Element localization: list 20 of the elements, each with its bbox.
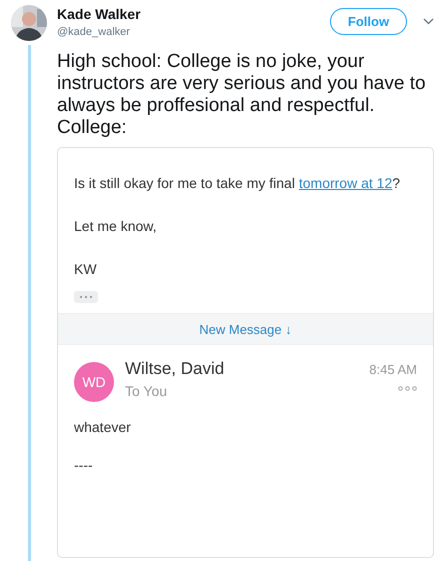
tweet-text: High school: College is no joke, your instructors are very serious and you have to always be proffesional and respectful. — [57, 51, 427, 117]
chevron-down-icon[interactable] — [423, 18, 434, 25]
email-text: Let me know, — [74, 217, 158, 236]
follow-button[interactable]: Follow — [330, 8, 407, 35]
new-message-bar[interactable]: New Message ↓ — [58, 313, 433, 345]
reply-text: whatever — [74, 418, 132, 437]
email-text: Is it still okay for me to take my final tomorrow at 12? — [74, 174, 402, 193]
author-name[interactable]: Kade Walker — [57, 6, 330, 23]
email-signature: KW — [74, 260, 98, 279]
date-link[interactable]: tomorrow at 12 — [298, 175, 392, 191]
author-handle: @kade_walker — [57, 26, 131, 38]
tweet-text: College: — [57, 117, 128, 139]
more-icon[interactable] — [74, 291, 98, 303]
more-icon[interactable] — [398, 386, 417, 391]
new-message-link[interactable]: New Message ↓ — [199, 322, 292, 336]
sender-avatar: WD — [74, 362, 114, 402]
message-time: 8:45 AM — [369, 362, 417, 377]
recipient-text: To You — [125, 382, 168, 401]
signature-divider: ---- — [74, 456, 94, 475]
sender-name: Wiltse, David — [125, 358, 226, 380]
